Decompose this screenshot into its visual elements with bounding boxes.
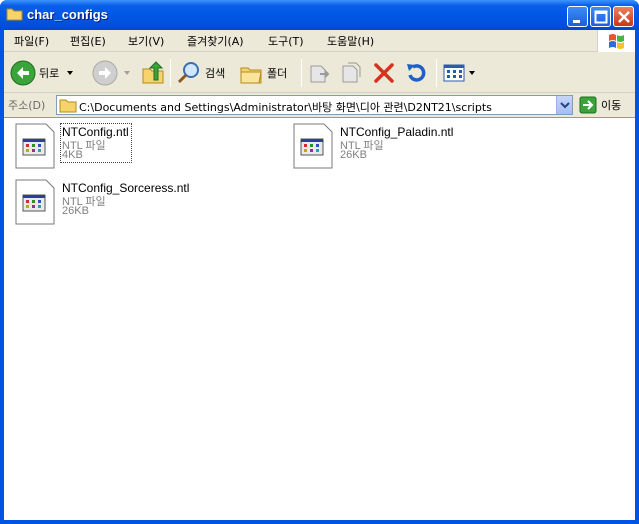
move-to-icon [310, 65, 330, 83]
maximize-button[interactable] [590, 6, 611, 27]
minimize-icon [573, 20, 580, 23]
toolbar-separator [301, 59, 302, 87]
toolbar-separator [436, 59, 437, 87]
folder-up-icon [142, 61, 164, 84]
address-input[interactable]: C:\Documents and Settings\Administrator\… [56, 95, 573, 115]
standard-toolbar: 뒤로 검색 폴더 [4, 53, 635, 93]
undo-icon [407, 64, 426, 82]
toolbar-separator [170, 59, 171, 87]
dropdown-arrow-icon [469, 71, 475, 75]
delete-icon [374, 63, 394, 83]
explorer-window: char_configs 파일(F) 편집(E) 보기(V) 즐겨찾기(A) 도… [0, 0, 639, 524]
window-title: char_configs [27, 7, 108, 22]
search-button[interactable]: 검색 [176, 57, 225, 89]
folder-icon [59, 99, 77, 113]
file-list-pane[interactable]: NTConfig.ntl NTL 파일 4KB NTConfig_Paladin… [4, 117, 635, 520]
window-frame: 파일(F) 편집(E) 보기(V) 즐겨찾기(A) 도구(T) 도움말(H) 뒤… [4, 30, 635, 520]
up-folder-button[interactable] [140, 57, 166, 89]
menu-edit[interactable]: 편집(E) [70, 33, 106, 49]
address-path: C:\Documents and Settings\Administrator\… [79, 101, 492, 114]
folders-label: 폴더 [267, 67, 288, 80]
copy-to-button[interactable] [340, 57, 364, 89]
minimize-button[interactable] [567, 6, 588, 27]
dropdown-arrow-icon [67, 71, 74, 75]
dropdown-arrow-icon [124, 71, 130, 75]
windows-flag-icon [609, 34, 624, 49]
views-button[interactable] [442, 57, 476, 89]
address-dropdown-button[interactable] [556, 96, 572, 114]
menu-file[interactable]: 파일(F) [14, 33, 49, 49]
file-item[interactable]: NTConfig_Paladin.ntl NTL 파일 26KB [293, 123, 553, 171]
go-label: 이동 [601, 99, 622, 112]
menu-bar: 파일(F) 편집(E) 보기(V) 즐겨찾기(A) 도구(T) 도움말(H) [4, 30, 635, 52]
title-bar[interactable]: char_configs [0, 0, 639, 30]
ntl-file-icon [293, 123, 333, 169]
file-item[interactable]: NTConfig.ntl NTL 파일 4KB [15, 123, 275, 171]
maximize-icon [594, 10, 608, 24]
close-icon [618, 11, 630, 23]
undo-button[interactable] [404, 57, 428, 89]
move-to-button[interactable] [308, 57, 332, 89]
window-bottom-border [0, 520, 639, 524]
menu-tools[interactable]: 도구(T) [268, 33, 304, 49]
copy-to-icon [342, 62, 361, 83]
file-size: 4KB [62, 149, 83, 161]
forward-button[interactable] [92, 57, 132, 89]
file-item[interactable]: NTConfig_Sorceress.ntl NTL 파일 26KB [15, 179, 275, 227]
back-button[interactable]: 뒤로 [10, 57, 75, 89]
chevron-down-icon [560, 102, 570, 109]
back-arrow-icon [10, 60, 36, 86]
address-label: 주소(D) [8, 99, 46, 112]
menu-help[interactable]: 도움말(H) [327, 33, 374, 49]
close-window-button[interactable] [613, 6, 634, 27]
menu-view[interactable]: 보기(V) [128, 33, 164, 49]
folders-button[interactable]: 폴더 [238, 57, 287, 89]
ntl-file-icon [15, 123, 55, 169]
search-icon [177, 62, 199, 84]
search-label: 검색 [205, 67, 226, 80]
menu-favorites[interactable]: 즐겨찾기(A) [187, 33, 244, 49]
folder-icon [6, 8, 23, 21]
folders-icon [240, 67, 262, 84]
go-arrow-icon [579, 96, 597, 114]
windows-logo [597, 30, 635, 52]
back-label: 뒤로 [39, 67, 60, 80]
go-button[interactable]: 이동 [579, 95, 621, 115]
views-icon [443, 64, 465, 82]
delete-button[interactable] [372, 57, 396, 89]
ntl-file-icon [15, 179, 55, 225]
file-size: 26KB [340, 149, 367, 161]
file-size: 26KB [62, 205, 89, 217]
forward-arrow-icon [92, 60, 118, 86]
address-bar: 주소(D) C:\Documents and Settings\Administ… [4, 94, 635, 116]
